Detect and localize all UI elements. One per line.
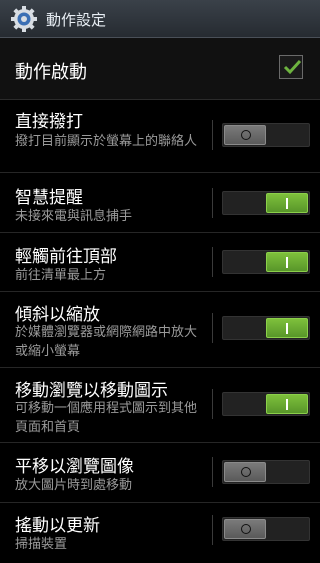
setting-description: 於媒體瀏覽器或網際網路中放大或縮小螢幕 (15, 325, 198, 359)
setting-row-double-tap-top[interactable]: 輕觸前往頂部 前往清單最上方 (0, 233, 320, 292)
checkmark-icon (283, 59, 302, 75)
pan-move-icon-toggle[interactable] (222, 392, 310, 416)
motion-activation-checkbox[interactable] (279, 55, 303, 79)
toggle-knob (266, 193, 308, 213)
setting-title: 搖動以更新 (15, 516, 100, 536)
row-divider (212, 389, 213, 419)
setting-description: 可移動一個應用程式圖示到其他頁面和首頁 (15, 401, 198, 435)
setting-title: 直接撥打 (15, 112, 83, 132)
setting-row-tilt-zoom[interactable]: 傾斜以縮放 於媒體瀏覽器或網際網路中放大或縮小螢幕 (0, 292, 320, 368)
toggle-knob (224, 125, 266, 145)
smart-alert-toggle[interactable] (222, 191, 310, 215)
setting-title: 移動瀏覽以移動圖示 (15, 381, 168, 401)
double-tap-top-toggle[interactable] (222, 250, 310, 274)
page-title: 動作設定 (46, 11, 107, 29)
pan-browse-images-toggle[interactable] (222, 460, 310, 484)
motion-activation-row[interactable]: 動作啟動 (0, 38, 320, 100)
direct-call-toggle[interactable] (222, 123, 310, 147)
toggle-knob (266, 318, 308, 338)
setting-row-pan-browse-images[interactable]: 平移以瀏覽圖像 放大圖片時到處移動 (0, 443, 320, 503)
setting-row-shake-update[interactable]: 搖動以更新 掃描裝置 (0, 503, 320, 563)
row-divider (212, 247, 213, 277)
setting-title: 平移以瀏覽圖像 (15, 457, 134, 477)
app-header: 動作設定 (0, 0, 320, 38)
setting-row-smart-alert[interactable]: 智慧提醒 未接來電與訊息捕手 (0, 173, 320, 233)
row-divider (212, 515, 213, 545)
toggle-knob (224, 519, 266, 539)
setting-title: 智慧提醒 (15, 188, 83, 208)
setting-description: 未接來電與訊息捕手 (15, 209, 133, 224)
tilt-zoom-toggle[interactable] (222, 316, 310, 340)
gear-icon (11, 6, 37, 32)
setting-row-direct-call[interactable]: 直接撥打 撥打目前顯示於螢幕上的聯絡人 (0, 100, 320, 173)
toggle-knob (266, 394, 308, 414)
setting-description: 放大圖片時到處移動 (15, 478, 133, 493)
motion-activation-label: 動作啟動 (15, 62, 87, 83)
setting-description: 前往清單最上方 (15, 268, 107, 283)
setting-row-pan-move-icon[interactable]: 移動瀏覽以移動圖示 可移動一個應用程式圖示到其他頁面和首頁 (0, 368, 320, 443)
row-divider (212, 457, 213, 487)
row-divider (212, 120, 213, 150)
row-divider (212, 313, 213, 343)
setting-title: 傾斜以縮放 (15, 305, 100, 325)
setting-title: 輕觸前往頂部 (15, 247, 117, 267)
shake-update-toggle[interactable] (222, 517, 310, 541)
setting-description: 撥打目前顯示於螢幕上的聯絡人 (15, 134, 198, 149)
row-divider (212, 188, 213, 218)
toggle-knob (266, 252, 308, 272)
toggle-knob (224, 462, 266, 482)
